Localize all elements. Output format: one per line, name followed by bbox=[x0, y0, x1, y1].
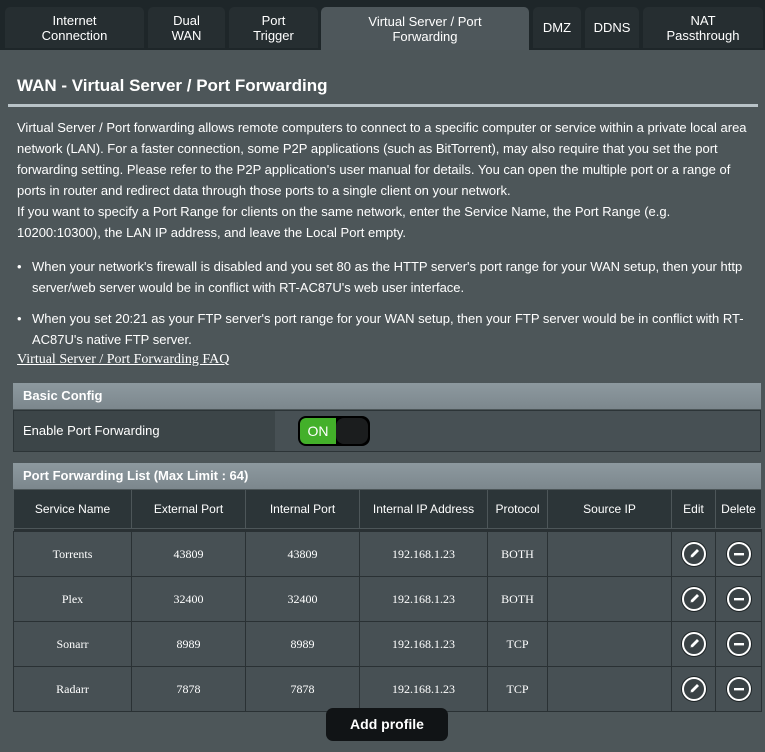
cell-service: Torrents bbox=[13, 531, 132, 577]
tab-bar: Internet Connection Dual WAN Port Trigge… bbox=[0, 0, 765, 50]
cell-source-ip bbox=[547, 666, 672, 712]
cell-ip: 192.168.1.23 bbox=[359, 666, 488, 712]
cell-external-port: 8989 bbox=[131, 621, 246, 667]
table-row: Sonarr 8989 8989 192.168.1.23 TCP bbox=[13, 621, 762, 667]
cell-ip: 192.168.1.23 bbox=[359, 621, 488, 667]
cell-internal-port: 43809 bbox=[245, 531, 360, 577]
tab-virtual-server[interactable]: Virtual Server / Port Forwarding bbox=[321, 7, 529, 50]
cell-service: Plex bbox=[13, 576, 132, 622]
minus-circle-icon[interactable] bbox=[726, 587, 751, 611]
tab-nat-passthrough[interactable]: NAT Passthrough bbox=[643, 7, 763, 48]
cell-delete bbox=[715, 576, 762, 622]
cell-delete bbox=[715, 666, 762, 712]
cell-external-port: 32400 bbox=[131, 576, 246, 622]
cell-source-ip bbox=[547, 621, 672, 667]
col-edit: Edit bbox=[671, 489, 716, 529]
cell-internal-port: 32400 bbox=[245, 576, 360, 622]
note-item: When your network's firewall is disabled… bbox=[17, 256, 757, 298]
minus-circle-icon[interactable] bbox=[726, 677, 751, 701]
table-header-row: Service Name External Port Internal Port… bbox=[13, 489, 762, 529]
tab-port-trigger[interactable]: Port Trigger bbox=[229, 7, 318, 48]
enable-port-forwarding-row: Enable Port Forwarding ON bbox=[13, 410, 761, 452]
cell-edit bbox=[671, 666, 716, 712]
enable-port-forwarding-toggle[interactable]: ON bbox=[298, 416, 370, 446]
cell-external-port: 43809 bbox=[131, 531, 246, 577]
tab-label: Dual WAN bbox=[171, 12, 202, 43]
col-internal-ip: Internal IP Address bbox=[359, 489, 488, 529]
col-protocol: Protocol bbox=[487, 489, 548, 529]
minus-circle-icon[interactable] bbox=[726, 542, 751, 566]
page-title: WAN - Virtual Server / Port Forwarding bbox=[17, 76, 328, 95]
cell-ip: 192.168.1.23 bbox=[359, 531, 488, 577]
tab-label: Port Trigger bbox=[253, 12, 294, 43]
pencil-icon[interactable] bbox=[681, 542, 706, 566]
tab-label: NAT Passthrough bbox=[666, 12, 740, 43]
basic-config-header: Basic Config bbox=[13, 383, 761, 409]
pencil-icon[interactable] bbox=[681, 632, 706, 656]
cell-edit bbox=[671, 531, 716, 577]
toggle-knob bbox=[336, 418, 368, 444]
tab-dual-wan[interactable]: Dual WAN bbox=[148, 7, 225, 48]
tab-label: DMZ bbox=[542, 20, 572, 35]
tab-ddns[interactable]: DDNS bbox=[585, 7, 639, 48]
cell-service: Radarr bbox=[13, 666, 132, 712]
cell-service: Sonarr bbox=[13, 621, 132, 667]
enable-port-forwarding-label: Enable Port Forwarding bbox=[14, 411, 275, 451]
toggle-on-label: ON bbox=[300, 418, 336, 444]
cell-delete bbox=[715, 531, 762, 577]
tab-label: DDNS bbox=[593, 20, 631, 35]
cell-external-port: 7878 bbox=[131, 666, 246, 712]
pencil-icon[interactable] bbox=[681, 677, 706, 701]
cell-edit bbox=[671, 576, 716, 622]
pencil-icon[interactable] bbox=[681, 587, 706, 611]
cell-protocol: TCP bbox=[487, 621, 548, 667]
tab-internet-connection[interactable]: Internet Connection bbox=[5, 7, 144, 48]
cell-source-ip bbox=[547, 531, 672, 577]
add-profile-button[interactable]: Add profile bbox=[326, 708, 448, 741]
cell-delete bbox=[715, 621, 762, 667]
col-internal-port: Internal Port bbox=[245, 489, 360, 529]
port-list-header: Port Forwarding List (Max Limit : 64) bbox=[13, 463, 761, 489]
col-service-name: Service Name bbox=[13, 489, 132, 529]
tab-label: Internet Connection bbox=[41, 12, 108, 43]
tab-label: Virtual Server / Port Forwarding bbox=[368, 13, 482, 44]
description-paragraph-1: Virtual Server / Port forwarding allows … bbox=[17, 120, 747, 198]
cell-edit bbox=[671, 621, 716, 667]
note-item: When you set 20:21 as your FTP server's … bbox=[17, 308, 757, 350]
cell-source-ip bbox=[547, 576, 672, 622]
cell-protocol: BOTH bbox=[487, 531, 548, 577]
table-row: Plex 32400 32400 192.168.1.23 BOTH bbox=[13, 576, 762, 622]
col-delete: Delete bbox=[715, 489, 762, 529]
table-row: Torrents 43809 43809 192.168.1.23 BOTH bbox=[13, 531, 762, 577]
tab-dmz[interactable]: DMZ bbox=[533, 7, 581, 48]
description: Virtual Server / Port forwarding allows … bbox=[17, 117, 757, 243]
cell-internal-port: 7878 bbox=[245, 666, 360, 712]
description-paragraph-2: If you want to specify a Port Range for … bbox=[17, 204, 671, 240]
col-source-ip: Source IP bbox=[547, 489, 672, 529]
minus-circle-icon[interactable] bbox=[726, 632, 751, 656]
port-forwarding-table: Service Name External Port Internal Port… bbox=[13, 489, 762, 712]
col-external-port: External Port bbox=[131, 489, 246, 529]
cell-internal-port: 8989 bbox=[245, 621, 360, 667]
cell-protocol: BOTH bbox=[487, 576, 548, 622]
title-divider bbox=[8, 104, 758, 107]
table-row: Radarr 7878 7878 192.168.1.23 TCP bbox=[13, 666, 762, 712]
cell-ip: 192.168.1.23 bbox=[359, 576, 488, 622]
notes-list: When your network's firewall is disabled… bbox=[17, 256, 757, 360]
faq-link[interactable]: Virtual Server / Port Forwarding FAQ bbox=[17, 352, 229, 368]
cell-protocol: TCP bbox=[487, 666, 548, 712]
